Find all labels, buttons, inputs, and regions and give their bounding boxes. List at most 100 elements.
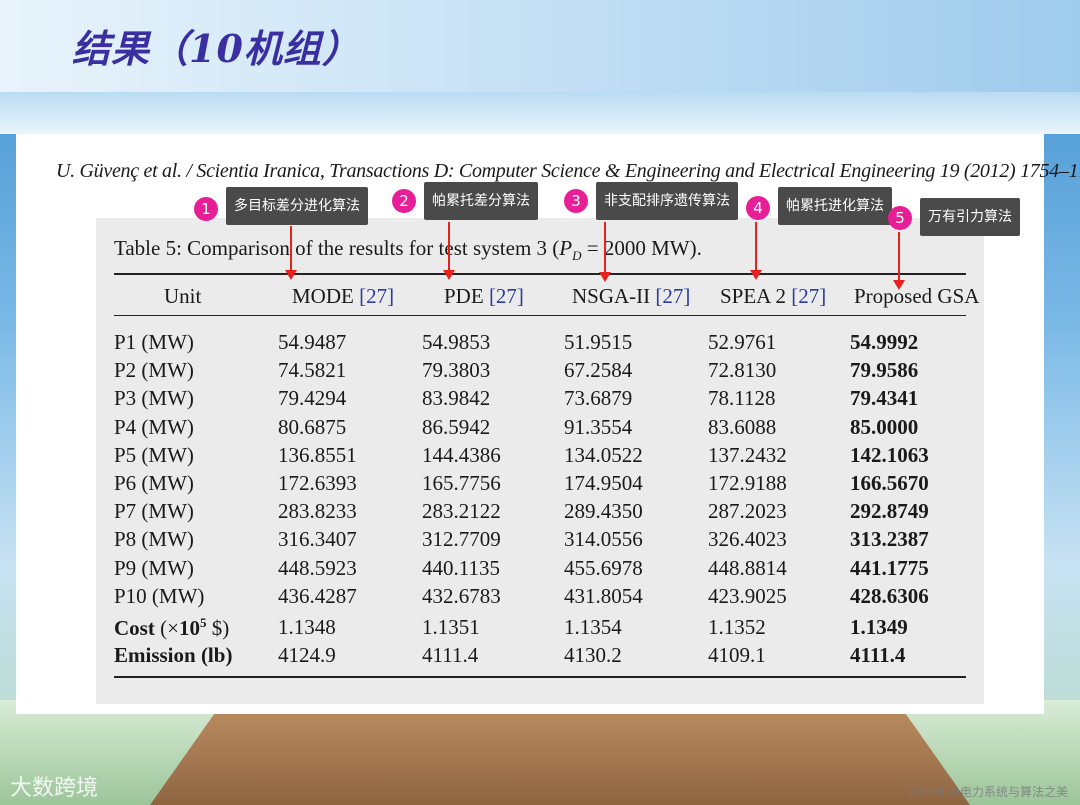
table-cell: 1.1352 bbox=[708, 615, 766, 639]
table-cell: 83.6088 bbox=[708, 414, 777, 439]
table-cell: 67.2584 bbox=[564, 358, 633, 383]
row-label: P10 (MW) bbox=[114, 583, 205, 608]
table-cell: 314.0556 bbox=[564, 527, 643, 552]
annotation-number: 4 bbox=[746, 196, 770, 220]
column-header-label: Unit bbox=[164, 284, 202, 308]
table-cell: 4124.9 bbox=[278, 643, 336, 668]
table-caption: Table 5: Comparison of the results for t… bbox=[114, 236, 702, 264]
table-cell: 79.9586 bbox=[850, 358, 919, 383]
table-cell: 455.6978 bbox=[564, 555, 643, 580]
table-cell: 79.4341 bbox=[850, 386, 919, 411]
column-header-label: NSGA-II bbox=[572, 284, 656, 308]
table-cell: 165.7756 bbox=[422, 471, 501, 495]
table-cell: 79.3803 bbox=[422, 358, 491, 383]
column-header-label: MODE bbox=[292, 284, 360, 308]
table-cell: 287.2023 bbox=[708, 499, 787, 524]
row-label: P8 (MW) bbox=[114, 527, 194, 552]
table-cell: 440.1135 bbox=[422, 555, 500, 580]
table-cell: 1.1349 bbox=[850, 615, 908, 639]
table-cell: 1.1348 bbox=[278, 615, 336, 639]
column-header-label: SPEA 2 bbox=[720, 284, 792, 308]
reference-link[interactable]: [27] bbox=[655, 284, 690, 308]
paper-citation: U. Güvenç et al. / Scientia Iranica, Tra… bbox=[56, 160, 1080, 182]
column-header-label: Proposed GSA bbox=[854, 284, 980, 308]
table-cell: 316.3407 bbox=[278, 527, 357, 552]
table-cell: 436.4287 bbox=[278, 583, 357, 608]
reference-link[interactable]: [27] bbox=[791, 284, 826, 308]
annotation-label: 万有引力算法 bbox=[920, 198, 1020, 236]
table-cell: 172.6393 bbox=[278, 471, 357, 495]
row-label: Emission (lb) bbox=[114, 643, 233, 668]
table-cell: 52.9761 bbox=[708, 330, 777, 354]
column-header-label: PDE bbox=[444, 284, 489, 308]
row-label: P6 (MW) bbox=[114, 471, 194, 495]
table-cell: 4111.4 bbox=[850, 643, 906, 668]
table-cell: 78.1128 bbox=[708, 386, 776, 411]
row-label: P5 (MW) bbox=[114, 442, 194, 467]
table-cell: 289.4350 bbox=[564, 499, 643, 524]
table-top-rule bbox=[114, 273, 966, 275]
table-cell: 74.5821 bbox=[278, 358, 347, 383]
annotation-arrow bbox=[750, 222, 762, 280]
column-header: NSGA-II [27] bbox=[572, 284, 690, 309]
table-cell: 312.7709 bbox=[422, 527, 501, 552]
table-cell: 73.6879 bbox=[564, 386, 633, 411]
table-cell: 428.6306 bbox=[850, 583, 929, 608]
table-header-rule bbox=[114, 315, 966, 316]
table-cell: 4111.4 bbox=[422, 643, 479, 668]
table-cell: 80.6875 bbox=[278, 414, 347, 439]
results-table: Table 5: Comparison of the results for t… bbox=[96, 218, 984, 704]
annotation-label: 帕累托差分算法 bbox=[424, 182, 538, 220]
row-label: P9 (MW) bbox=[114, 555, 194, 580]
table-cell: 83.9842 bbox=[422, 386, 491, 411]
row-label: Cost (×105 $) bbox=[114, 615, 230, 640]
table-cell: 448.8814 bbox=[708, 555, 787, 580]
table-cell: 283.8233 bbox=[278, 499, 357, 524]
table-bottom-rule bbox=[114, 676, 966, 678]
table-cell: 54.9487 bbox=[278, 330, 347, 354]
column-header: PDE [27] bbox=[444, 284, 524, 309]
table-cell: 448.5923 bbox=[278, 555, 357, 580]
table-cell: 144.4386 bbox=[422, 442, 501, 467]
reference-link[interactable]: [27] bbox=[489, 284, 524, 308]
table-cell: 432.6783 bbox=[422, 583, 501, 608]
table-cell: 91.3554 bbox=[564, 414, 633, 439]
table-cell: 441.1775 bbox=[850, 555, 929, 580]
annotation-label: 非支配排序遗传算法 bbox=[596, 182, 738, 220]
column-header: Unit bbox=[164, 284, 201, 309]
column-header: MODE [27] bbox=[292, 284, 394, 309]
table-cell: 72.8130 bbox=[708, 358, 777, 383]
header-divider bbox=[0, 92, 1080, 134]
row-label: P4 (MW) bbox=[114, 414, 194, 439]
annotation-label: 帕累托进化算法 bbox=[778, 187, 892, 225]
table-cell: 79.4294 bbox=[278, 386, 347, 411]
table-cell: 1.1354 bbox=[564, 615, 622, 639]
table-cell: 142.1063 bbox=[850, 442, 929, 467]
table-cell: 431.8054 bbox=[564, 583, 643, 608]
table-cell: 4130.2 bbox=[564, 643, 622, 668]
table-decoration bbox=[150, 712, 970, 805]
table-cell: 86.5942 bbox=[422, 414, 491, 439]
row-label: P3 (MW) bbox=[114, 386, 194, 411]
annotation-arrow bbox=[893, 232, 905, 290]
table-cell: 4109.1 bbox=[708, 643, 766, 668]
table-cell: 283.2122 bbox=[422, 499, 501, 524]
table-cell: 1.1351 bbox=[422, 615, 480, 639]
table-cell: 85.0000 bbox=[850, 414, 919, 439]
annotation-arrow bbox=[443, 222, 455, 280]
row-label: P2 (MW) bbox=[114, 358, 194, 383]
annotation-number: 3 bbox=[564, 189, 588, 213]
table-cell: 137.2432 bbox=[708, 442, 787, 467]
table-cell: 166.5670 bbox=[850, 471, 929, 495]
annotation-number: 1 bbox=[194, 197, 218, 221]
table-cell: 54.9853 bbox=[422, 330, 491, 354]
reference-link[interactable]: [27] bbox=[359, 284, 394, 308]
row-label: P1 (MW) bbox=[114, 330, 194, 354]
table-cell: 174.9504 bbox=[564, 471, 643, 495]
table-cell: 51.9515 bbox=[564, 330, 633, 354]
slide-title: 结果（10机组） bbox=[72, 26, 361, 71]
watermark-text: CSDN @电力系统与算法之美 bbox=[909, 785, 1068, 799]
table-cell: 423.9025 bbox=[708, 583, 787, 608]
table-cell: 134.0522 bbox=[564, 442, 643, 467]
table-cell: 292.8749 bbox=[850, 499, 929, 524]
